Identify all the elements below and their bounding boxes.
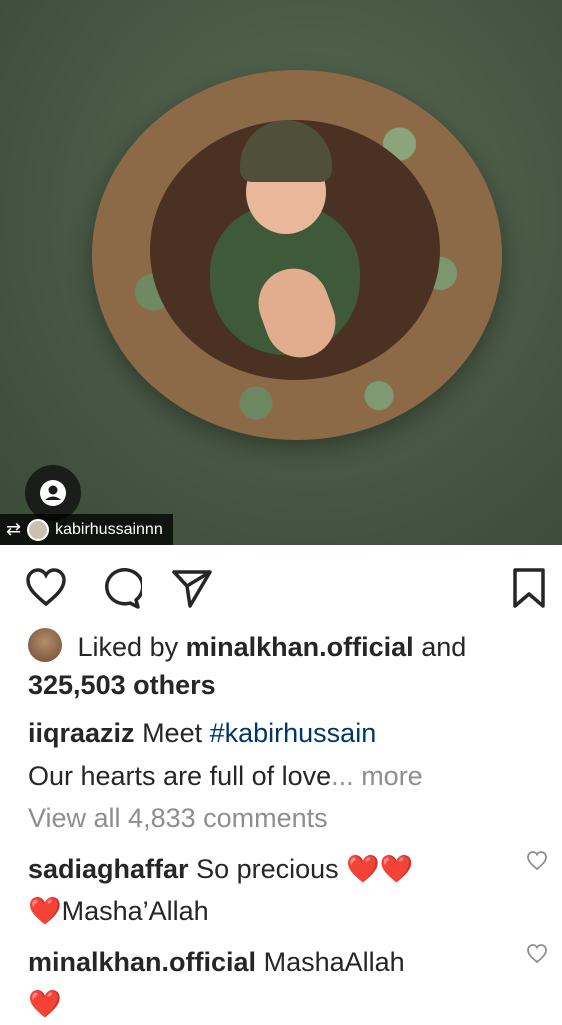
like-heart-icon[interactable] xyxy=(24,566,68,610)
comment-text: So precious xyxy=(196,854,339,884)
comment-like-heart-icon[interactable] xyxy=(526,943,548,965)
likes-summary[interactable]: Liked by minalkhan.official and 325,503 … xyxy=(28,628,548,704)
user-icon xyxy=(40,480,66,506)
comment-item: sadiaghaffar So precious ❤️❤️ ❤️Masha’Al… xyxy=(28,848,518,932)
comment-item: minalkhan.official MashaAllah ❤️ xyxy=(28,941,518,1025)
caption-ellipsis: ... xyxy=(331,761,354,791)
comment-username[interactable]: minalkhan.official xyxy=(28,947,256,977)
caption-line2: Our hearts are full of love xyxy=(28,761,332,791)
repost-badge[interactable]: ⇄ kabirhussainnn xyxy=(0,514,173,545)
caption-text: Meet xyxy=(142,718,203,748)
caption-hashtag[interactable]: #kabirhussain xyxy=(210,718,377,748)
repost-icon: ⇄ xyxy=(6,519,22,539)
comment-emoji: ❤️ xyxy=(28,989,62,1019)
post-image[interactable]: ⇄ kabirhussainnn xyxy=(0,0,562,545)
likes-conjunction: and xyxy=(421,632,467,662)
bookmark-icon[interactable] xyxy=(510,566,548,610)
share-icon[interactable] xyxy=(170,566,214,610)
avatar xyxy=(27,518,50,541)
caption: iiqraaziz Meet #kabirhussain Our hearts … xyxy=(28,712,548,798)
comment-icon[interactable] xyxy=(98,566,142,610)
more-link[interactable]: more xyxy=(361,761,423,791)
liker-username[interactable]: minalkhan.official xyxy=(186,632,414,662)
tagged-users-button[interactable] xyxy=(25,465,81,521)
view-all-comments-link[interactable]: View all 4,833 comments xyxy=(28,803,328,834)
likes-count[interactable]: 325,503 others xyxy=(28,670,216,700)
likes-prefix: Liked by xyxy=(77,632,179,662)
comment-emoji: ❤️❤️ xyxy=(346,854,414,884)
comment-text-2: Masha’Allah xyxy=(61,896,209,926)
comment-like-heart-icon[interactable] xyxy=(526,850,548,872)
caption-username[interactable]: iiqraaziz xyxy=(28,718,135,748)
comment-text: MashaAllah xyxy=(263,947,405,977)
action-bar xyxy=(0,560,562,620)
liker-avatar xyxy=(28,628,62,662)
comment-username[interactable]: sadiaghaffar xyxy=(28,854,189,884)
repost-username: kabirhussainnn xyxy=(55,520,163,538)
comment-emoji-2: ❤️ xyxy=(28,896,62,926)
